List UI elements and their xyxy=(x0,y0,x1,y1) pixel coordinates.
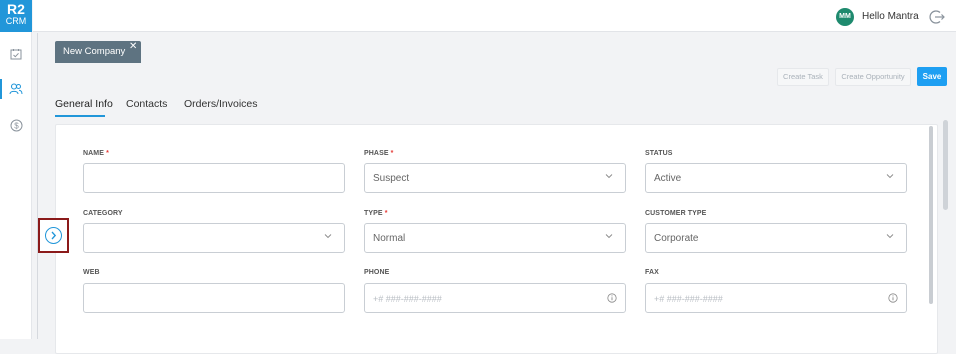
category-label: CATEGORY xyxy=(83,210,123,217)
status-label: STATUS xyxy=(645,150,673,157)
content-divider xyxy=(37,33,38,339)
name-label: NAME * xyxy=(83,150,109,157)
tab-orders-invoices[interactable]: Orders/Invoices xyxy=(184,98,258,110)
sidebar-item-finance[interactable]: $ xyxy=(0,113,32,137)
phone-label: PHONE xyxy=(364,269,390,276)
customer-type-label: CUSTOMER TYPE xyxy=(645,210,707,217)
fax-placeholder: +# ###-###-#### xyxy=(654,294,723,304)
web-input[interactable] xyxy=(83,283,345,313)
greeting-text: Hello Mantra xyxy=(862,11,919,22)
create-task-button[interactable]: Create Task xyxy=(777,68,829,86)
chevron-down-icon xyxy=(605,234,613,239)
tab-general-info[interactable]: General Info xyxy=(55,98,113,110)
logout-icon[interactable] xyxy=(928,8,946,26)
fax-label: FAX xyxy=(645,269,659,276)
save-button[interactable]: Save xyxy=(917,67,947,86)
type-select[interactable]: Normal xyxy=(364,223,626,253)
phase-label: PHASE * xyxy=(364,150,394,157)
active-tab-indicator xyxy=(55,115,105,117)
tab-contacts[interactable]: Contacts xyxy=(126,98,167,110)
phase-select[interactable]: Suspect xyxy=(364,163,626,193)
status-select[interactable]: Active xyxy=(645,163,907,193)
status-value: Active xyxy=(654,173,682,184)
chevron-right-icon xyxy=(51,231,57,240)
chevron-down-icon xyxy=(886,234,894,239)
phone-placeholder: +# ###-###-#### xyxy=(373,294,442,304)
users-icon xyxy=(9,83,23,95)
calendar-check-icon xyxy=(10,49,22,60)
close-icon[interactable]: ✕ xyxy=(129,42,137,52)
phone-input[interactable]: +# ###-###-#### xyxy=(364,283,626,313)
customer-type-value: Corporate xyxy=(654,233,699,244)
fax-input[interactable]: +# ###-###-#### xyxy=(645,283,907,313)
logo-text-crm: CRM xyxy=(5,16,27,26)
name-input[interactable] xyxy=(83,163,345,193)
app-logo[interactable]: R2 CRM xyxy=(0,0,32,32)
chevron-down-icon xyxy=(886,174,894,179)
info-icon xyxy=(607,293,617,303)
info-icon xyxy=(888,293,898,303)
type-value: Normal xyxy=(373,233,406,244)
svg-text:$: $ xyxy=(14,121,19,130)
chevron-down-icon xyxy=(605,174,613,179)
form-scrollbar[interactable] xyxy=(929,126,933,304)
category-select[interactable] xyxy=(83,223,345,253)
expand-circle xyxy=(45,227,62,244)
type-label: TYPE * xyxy=(364,210,388,217)
web-label: WEB xyxy=(83,269,100,276)
expand-panel-button[interactable] xyxy=(38,218,69,253)
logo-text-r2: R2 xyxy=(7,1,25,17)
top-bar xyxy=(33,0,956,32)
customer-type-select[interactable]: Corporate xyxy=(645,223,907,253)
create-opportunity-button[interactable]: Create Opportunity xyxy=(835,68,911,86)
sidebar-item-tasks[interactable] xyxy=(0,42,32,66)
sidebar-item-contacts[interactable] xyxy=(0,77,32,101)
dollar-circle-icon: $ xyxy=(10,119,22,131)
chevron-down-icon xyxy=(324,234,332,239)
phase-value: Suspect xyxy=(373,173,410,184)
avatar[interactable]: MM xyxy=(836,8,854,26)
page-tab-label: New Company xyxy=(63,46,126,57)
page-scrollbar[interactable] xyxy=(943,120,948,210)
sidebar: R2 CRM $ xyxy=(0,0,32,339)
